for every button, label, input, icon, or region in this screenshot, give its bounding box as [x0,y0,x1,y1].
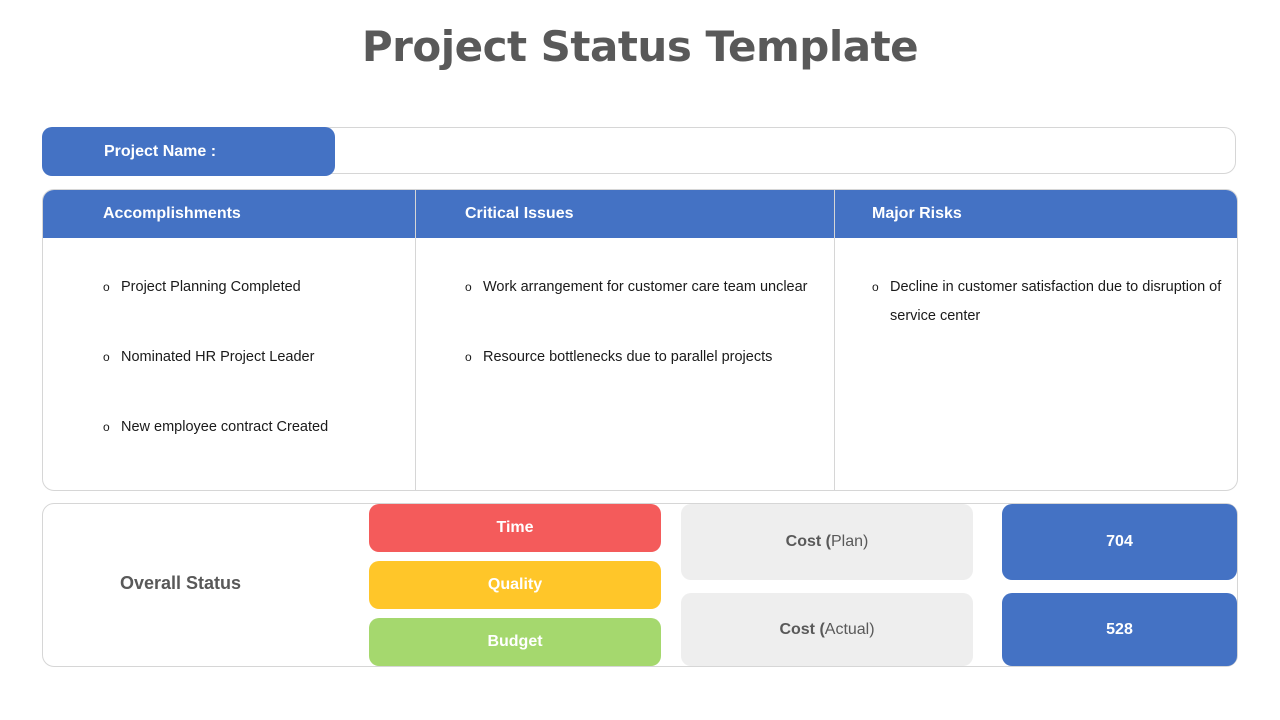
bullet-icon: o [465,350,472,364]
bullet-icon: o [465,280,472,294]
project-name-label: Project Name : [42,127,335,176]
column-header: Accomplishments [103,205,241,222]
major-risks-list: o Decline in customer satisfaction due to… [872,273,1222,331]
column-critical-issues: Critical Issues o Work arrangement for cu… [415,190,835,490]
cost-actual-value: 528 [1002,593,1237,666]
column-major-risks: Major Risks o Decline in customer satisfa… [834,190,1237,490]
cost-plan-value: 704 [1002,504,1237,580]
list-item: o Decline in customer satisfaction due to… [872,273,1222,331]
status-grid: Accomplishments o Project Planning Comple… [42,189,1238,491]
bullet-icon: o [872,280,879,294]
list-item: o Work arrangement for customer care team… [465,273,825,302]
overall-status-label: Overall Status [120,573,242,593]
bullet-icon: o [103,280,110,294]
status-indicator-time: Time [369,504,661,552]
page-title: Project Status Template [361,22,919,71]
list-item: o Resource bottlenecks due to parallel pr… [465,343,825,372]
bullet-icon: o [103,420,110,434]
list-item: o New employee contract Created [103,413,403,442]
list-item: o Nominated HR Project Leader [103,343,403,372]
critical-issues-list: o Work arrangement for customer care team… [465,273,825,413]
cost-plan-label: Cost (Plan) [681,504,973,580]
status-indicator-quality: Quality [369,561,661,609]
cost-actual-label: Cost (Actual) [681,593,973,666]
column-header: Critical Issues [465,205,574,222]
accomplishments-list: o Project Planning Completed o Nominated H… [103,273,403,483]
list-item: o Project Planning Completed [103,273,403,302]
status-indicator-budget: Budget [369,618,661,666]
column-accomplishments: Accomplishments o Project Planning Comple… [43,190,415,490]
bullet-icon: o [103,350,110,364]
column-header: Major Risks [872,205,962,222]
